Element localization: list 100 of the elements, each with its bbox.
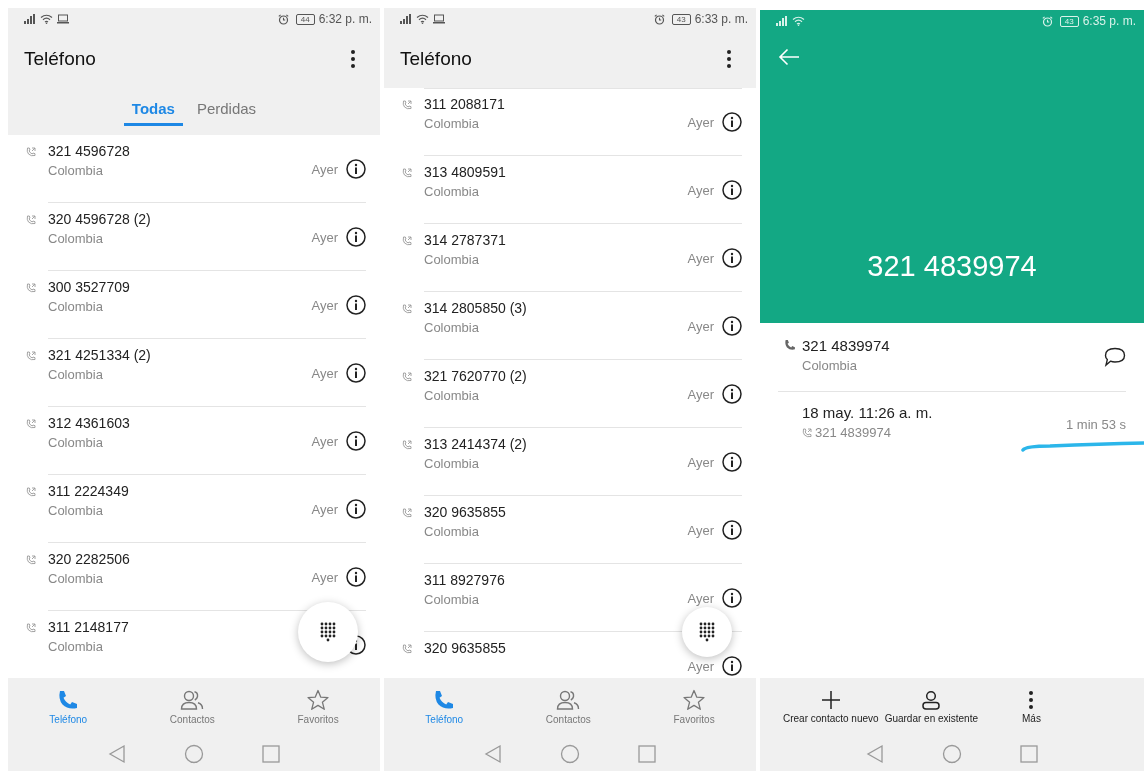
status-time: 6:32 p. m. — [318, 12, 372, 26]
phone-number[interactable]: 311 8927976 — [424, 572, 505, 588]
info-icon[interactable] — [346, 567, 366, 587]
phone-number[interactable]: 312 4361603 — [48, 415, 130, 431]
call-icon — [402, 644, 412, 654]
contacts-icon — [556, 689, 581, 711]
phone-number[interactable]: 314 2787371 — [424, 232, 506, 248]
star-icon — [682, 689, 707, 711]
info-icon[interactable] — [346, 159, 366, 179]
info-icon[interactable] — [722, 588, 742, 608]
phone-icon — [433, 689, 456, 711]
info-icon[interactable] — [722, 520, 742, 540]
call-date: Ayer — [687, 590, 714, 606]
phone-number[interactable]: 300 3527709 — [48, 279, 130, 295]
phone-number[interactable]: 320 9635855 — [424, 504, 506, 520]
nav-tab[interactable]: Contactos — [539, 687, 597, 727]
call-location: Colombia — [424, 592, 479, 607]
call-date: Ayer — [687, 114, 714, 130]
call-location: Colombia — [424, 116, 479, 131]
call-location: Colombia — [424, 320, 479, 335]
filter-tab[interactable]: Perdidas — [188, 88, 265, 126]
signal-icon — [400, 14, 412, 24]
call-location: Colombia — [48, 163, 103, 178]
call-date: Ayer — [687, 250, 714, 266]
call-icon — [26, 555, 36, 565]
phone-number[interactable]: 321 4839974 — [802, 337, 890, 354]
app-title: Teléfono — [24, 48, 96, 70]
phone-number[interactable]: 313 4809591 — [424, 164, 506, 180]
info-icon[interactable] — [722, 316, 742, 336]
phone-icon — [57, 689, 80, 711]
call-location: Colombia — [48, 367, 103, 382]
phone-number[interactable]: 321 4596728 — [48, 143, 130, 159]
nav-tab[interactable]: Favoritos — [667, 687, 721, 727]
back-arrow-icon[interactable] — [778, 48, 800, 66]
call-icon — [402, 168, 412, 178]
call-date: Ayer — [311, 297, 338, 313]
phone-number[interactable]: 321 7620770 (2) — [424, 368, 527, 384]
call-icon — [402, 440, 412, 450]
contacts-icon — [180, 689, 205, 711]
phone-number[interactable]: 311 2224349 — [48, 483, 129, 499]
call-location: Colombia — [48, 231, 103, 246]
info-icon[interactable] — [346, 227, 366, 247]
call-date: Ayer — [311, 229, 338, 245]
call-location: Colombia — [48, 435, 103, 450]
battery-level: 43 — [1059, 15, 1079, 27]
action-button[interactable]: Más — [1019, 688, 1044, 726]
phone-number[interactable]: 313 2414374 (2) — [424, 436, 527, 452]
more-options-icon[interactable] — [726, 49, 732, 69]
info-icon[interactable] — [346, 363, 366, 383]
wifi-icon — [40, 14, 53, 24]
info-icon[interactable] — [346, 295, 366, 315]
call-date: Ayer — [311, 569, 338, 585]
call-icon — [26, 487, 36, 497]
call-icon — [26, 147, 36, 157]
battery-level: 44 — [295, 13, 315, 25]
call-location: Colombia — [802, 358, 857, 373]
call-date: Ayer — [311, 161, 338, 177]
more-options-icon[interactable] — [350, 49, 356, 69]
nav-tab[interactable]: Contactos — [163, 687, 221, 727]
call-location: Colombia — [424, 524, 479, 539]
info-icon[interactable] — [346, 431, 366, 451]
action-button[interactable]: Crear contacto nuevo — [780, 688, 882, 726]
call-date: Ayer — [311, 501, 338, 517]
info-icon[interactable] — [722, 112, 742, 132]
info-icon[interactable] — [346, 499, 366, 519]
signal-icon — [776, 16, 788, 26]
phone-number[interactable]: 311 2088171 — [424, 96, 505, 112]
call-icon — [402, 100, 412, 110]
nav-tab[interactable]: Favoritos — [291, 687, 345, 727]
info-icon[interactable] — [722, 656, 742, 676]
dialpad-button[interactable] — [682, 607, 732, 657]
call-location: Colombia — [424, 184, 479, 199]
info-icon[interactable] — [722, 384, 742, 404]
call-icon — [402, 236, 412, 246]
dialpad-button[interactable] — [298, 602, 358, 662]
phone-number[interactable]: 320 4596728 (2) — [48, 211, 151, 227]
dialpad-icon — [699, 622, 715, 642]
info-icon[interactable] — [722, 248, 742, 268]
more-icon — [1028, 690, 1035, 710]
phone-number[interactable]: 314 2805850 (3) — [424, 300, 527, 316]
screen-icon — [57, 14, 69, 24]
info-icon[interactable] — [722, 452, 742, 472]
person-icon — [921, 690, 942, 710]
message-icon[interactable] — [1104, 347, 1126, 367]
status-time: 6:33 p. m. — [694, 12, 748, 26]
call-location: Colombia — [48, 503, 103, 518]
phone-number[interactable]: 320 2282506 — [48, 551, 130, 567]
call-date: Ayer — [687, 658, 714, 674]
action-button[interactable]: Guardar en existente — [881, 688, 981, 726]
alarm-icon — [653, 13, 665, 25]
call-duration: 1 min 53 s — [1066, 416, 1126, 432]
call-date: Ayer — [687, 522, 714, 538]
info-icon[interactable] — [722, 180, 742, 200]
call-location: Colombia — [48, 639, 103, 654]
phone-number[interactable]: 321 4251334 (2) — [48, 347, 151, 363]
phone-number[interactable]: 311 2148177 — [48, 619, 129, 635]
call-location: Colombia — [424, 456, 479, 471]
call-location: Colombia — [424, 252, 479, 267]
alarm-icon — [277, 13, 289, 25]
phone-number[interactable]: 320 9635855 — [424, 640, 506, 656]
